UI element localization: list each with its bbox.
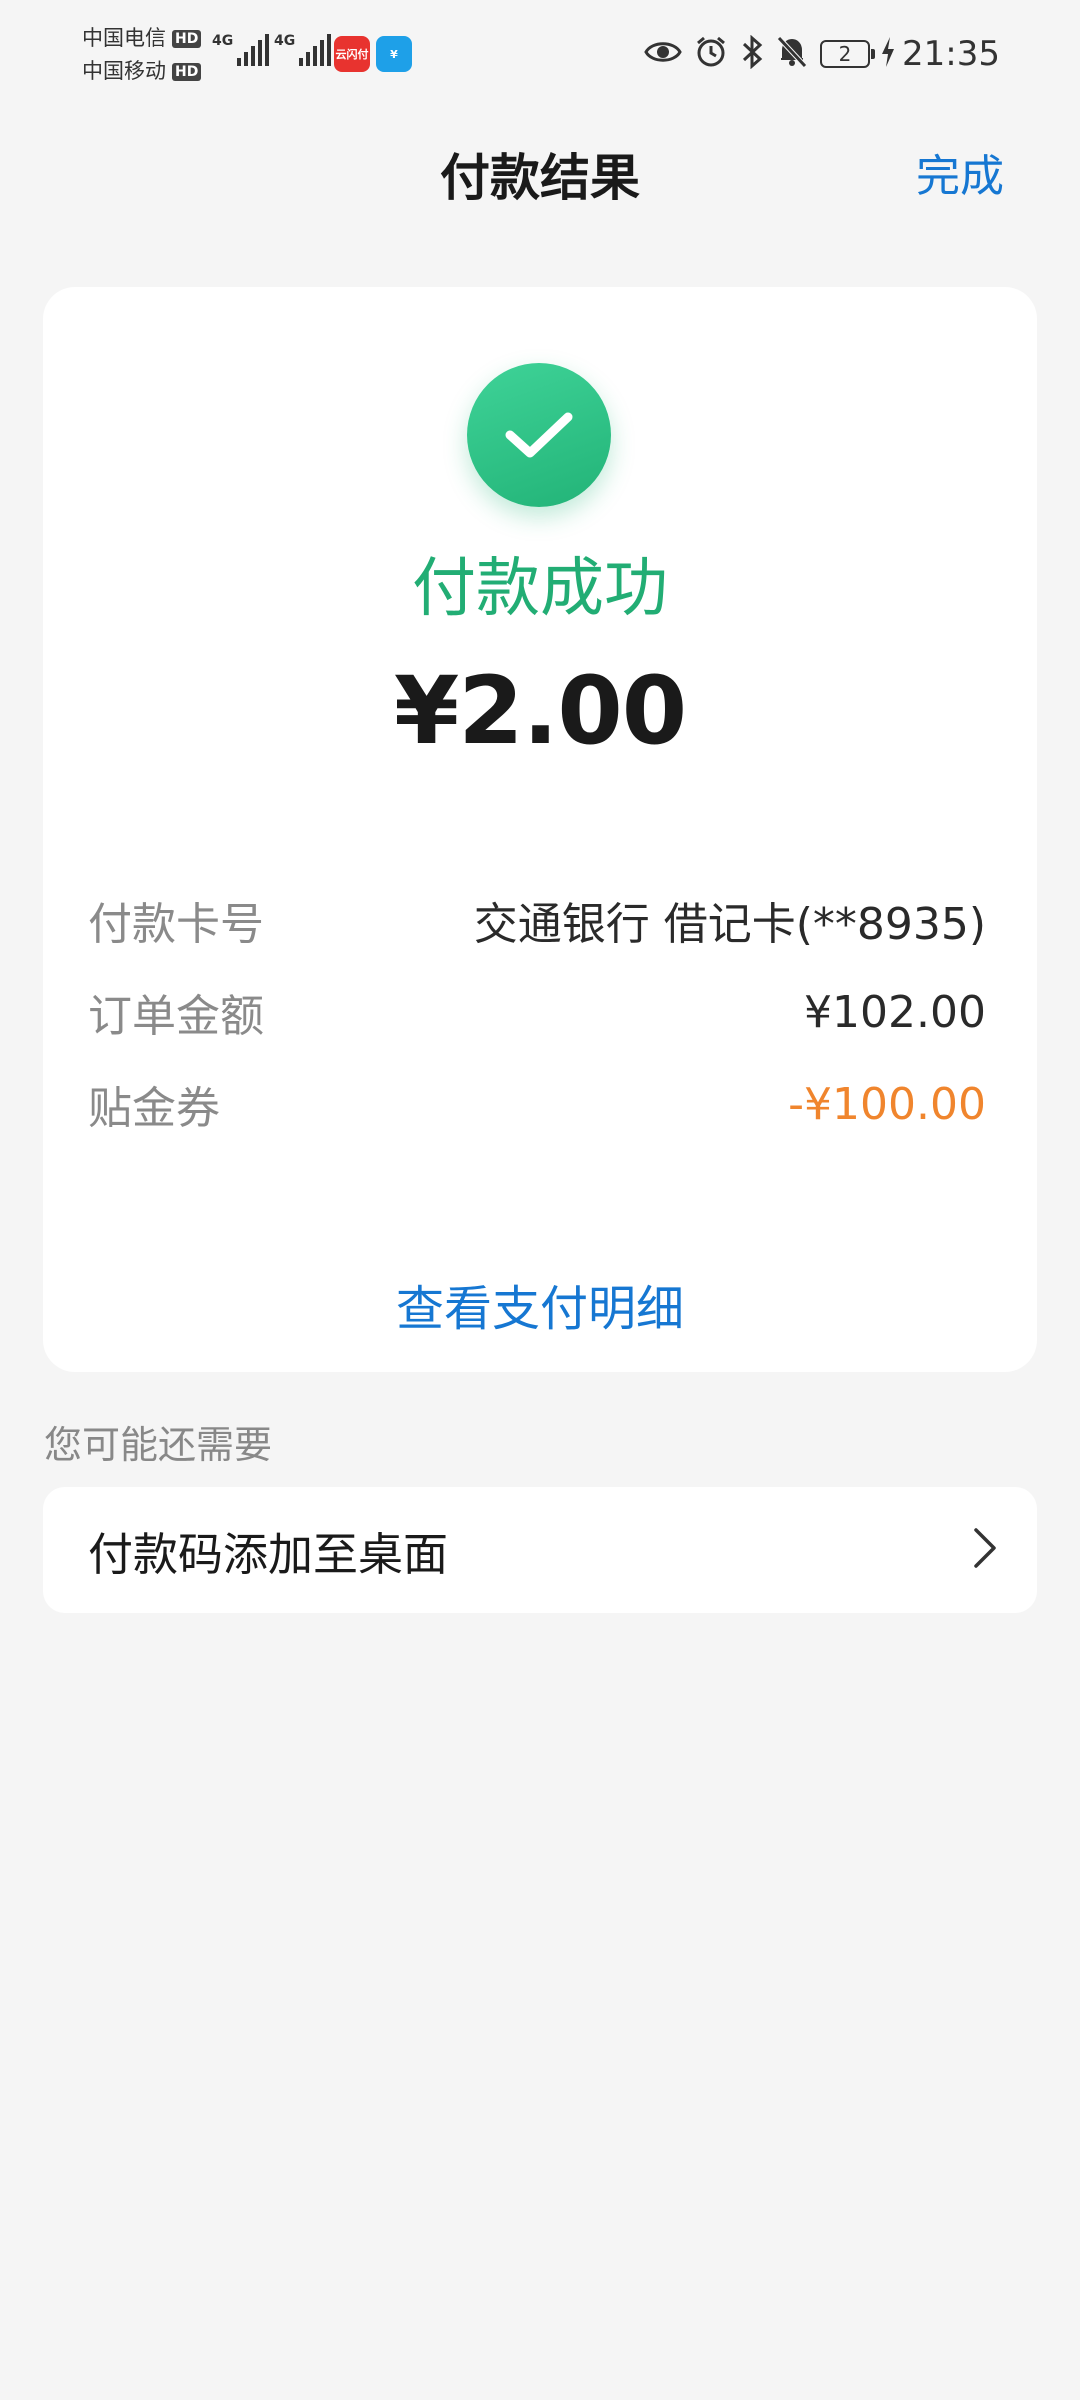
row-value: ¥102.00 bbox=[804, 986, 986, 1038]
add-payment-code-to-desktop-item[interactable]: 付款码添加至桌面 bbox=[43, 1487, 1037, 1613]
view-payment-details-link[interactable]: 查看支付明细 bbox=[43, 1269, 1037, 1339]
payment-amount: ¥2.00 bbox=[393, 657, 687, 766]
carrier-2-name: 中国移动 bbox=[82, 59, 166, 83]
wallet-app-icon: ¥ bbox=[376, 36, 412, 72]
carrier-info: 中国电信 HD 中国移动 HD bbox=[82, 22, 202, 88]
card-number-row: 付款卡号 交通银行 借记卡(**8935) bbox=[88, 885, 986, 955]
done-button[interactable]: 完成 bbox=[916, 140, 1004, 204]
hd-badge: HD bbox=[172, 62, 202, 81]
payment-result-card: 付款成功 ¥2.00 付款卡号 交通银行 借记卡(**8935) 订单金额 ¥1… bbox=[43, 287, 1037, 1372]
battery-level: 2 bbox=[838, 42, 852, 66]
signal-bars-icon bbox=[299, 34, 332, 66]
network-type-1: 4G bbox=[212, 33, 234, 49]
battery-icon: 2 bbox=[820, 40, 876, 68]
payment-status: 付款成功 bbox=[412, 552, 668, 626]
signal-2: 4G bbox=[274, 33, 332, 66]
network-type-2: 4G bbox=[274, 33, 296, 49]
alarm-icon bbox=[694, 35, 728, 73]
coupon-row: 贴金券 -¥100.00 bbox=[88, 1069, 986, 1139]
unionpay-app-icon: 云闪付 bbox=[334, 36, 370, 72]
row-value: 交通银行 借记卡(**8935) bbox=[473, 899, 986, 950]
bluetooth-icon bbox=[740, 34, 764, 73]
signal-bars-icon bbox=[237, 34, 270, 66]
charging-icon bbox=[880, 36, 896, 72]
row-label: 贴金券 bbox=[88, 1083, 220, 1134]
row-label: 订单金额 bbox=[88, 991, 264, 1042]
system-indicators: 2 21:35 bbox=[644, 28, 1000, 80]
status-bar: 中国电信 HD 中国移动 HD 4G 4G 云闪付 ¥ 2 21:35 bbox=[0, 0, 1080, 110]
clock: 21:35 bbox=[902, 34, 1000, 74]
discount-value: -¥100.00 bbox=[788, 1078, 986, 1130]
hd-badge: HD bbox=[172, 29, 202, 48]
chevron-right-icon bbox=[971, 1526, 999, 1574]
success-check-icon bbox=[467, 363, 611, 507]
eye-icon bbox=[644, 37, 682, 71]
mute-bell-icon bbox=[776, 35, 808, 73]
row-label: 付款卡号 bbox=[88, 899, 264, 950]
order-amount-row: 订单金额 ¥102.00 bbox=[88, 977, 986, 1047]
signal-1: 4G bbox=[212, 33, 270, 66]
list-item-label: 付款码添加至桌面 bbox=[88, 1527, 449, 1581]
suggestions-title: 您可能还需要 bbox=[44, 1423, 273, 1467]
carrier-1-name: 中国电信 bbox=[82, 26, 166, 50]
